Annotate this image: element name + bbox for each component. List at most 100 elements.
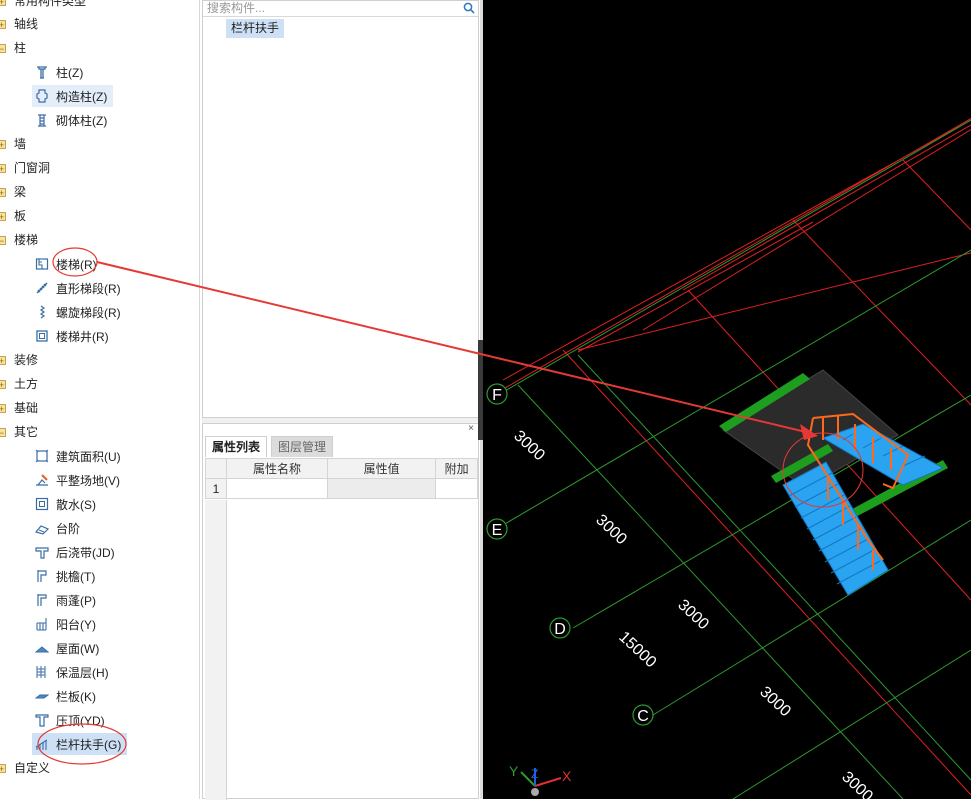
tree-item-label: 栏板(K) xyxy=(56,689,96,704)
tree-category-label: 土方 xyxy=(14,377,39,391)
tree-item-column[interactable]: 柱(Z) xyxy=(32,61,89,83)
tree-item-parapet[interactable]: 栏板(K) xyxy=(32,685,102,707)
row-header-corner xyxy=(205,458,227,479)
tree-item-roof[interactable]: 屋面(W) xyxy=(32,637,105,659)
axis-marker-d[interactable]: D xyxy=(549,617,571,639)
tree-category-label: 柱 xyxy=(14,41,27,55)
expand-icon[interactable]: + xyxy=(0,403,6,413)
tree-item-label: 柱(Z) xyxy=(56,65,84,80)
column-header-value[interactable]: 属性值 xyxy=(327,458,437,479)
property-name-cell[interactable] xyxy=(225,478,329,499)
tab-layer-management[interactable]: 图层管理 xyxy=(271,436,334,457)
property-extra-cell[interactable] xyxy=(435,478,478,499)
axis-marker-f[interactable]: F xyxy=(486,383,508,405)
row-number: 1 xyxy=(205,478,227,499)
grid-line xyxy=(502,119,971,381)
tree-item-label: 保温层(H) xyxy=(56,665,109,680)
tree-item-label: 建筑面积(U) xyxy=(56,449,121,464)
dimension-label: 3000 xyxy=(674,596,712,633)
tab-property-list[interactable]: 属性列表 xyxy=(205,436,268,457)
stair-model[interactable] xyxy=(719,369,948,596)
dimension-label: 3000 xyxy=(592,511,630,548)
axis-marker-e[interactable]: E xyxy=(486,518,508,540)
grid-line xyxy=(682,124,971,291)
expand-icon[interactable]: + xyxy=(0,19,6,29)
tree-item-spiral-flight[interactable]: 螺旋梯段(R) xyxy=(32,301,127,323)
tree-item-label: 平整场地(V) xyxy=(56,473,120,488)
tree-item-post-cast-strip[interactable]: 后浇带(JD) xyxy=(32,541,121,563)
eave-icon xyxy=(35,569,49,583)
tree-category-label: 装修 xyxy=(14,353,39,367)
collapse-icon[interactable]: − xyxy=(0,43,6,53)
search-icon[interactable] xyxy=(463,2,475,14)
building-area-icon xyxy=(35,449,49,463)
tree-item-label: 后浇带(JD) xyxy=(56,545,115,560)
expand-icon[interactable]: + xyxy=(0,379,6,389)
tree-category-label: 楼梯 xyxy=(14,233,39,247)
3d-scene[interactable]: F E D C 3000 3000 3000 15000 3000 3000 X… xyxy=(483,0,971,799)
tree-item-balcony[interactable]: 阳台(Y) xyxy=(32,613,102,635)
grid-line xyxy=(577,221,814,353)
tree-item-straight-flight[interactable]: 直形梯段(R) xyxy=(32,277,127,299)
y-axis-label: Y xyxy=(509,763,519,779)
column-header-name[interactable]: 属性名称 xyxy=(225,458,329,479)
tree-item-building-area[interactable]: 建筑面积(U) xyxy=(32,445,127,467)
grid-line xyxy=(497,119,971,396)
parapet-icon xyxy=(35,689,49,703)
post-cast-strip-icon xyxy=(35,545,49,559)
x-axis-label: X xyxy=(562,768,572,784)
balcony-icon xyxy=(35,617,49,631)
tree-item-label: 台阶 xyxy=(56,521,81,536)
z-axis-label: Z xyxy=(531,767,538,781)
expand-icon[interactable]: + xyxy=(0,139,6,149)
column-header-extra[interactable]: 附加 xyxy=(435,458,478,479)
tree-item-apron[interactable]: 散水(S) xyxy=(32,493,102,515)
expand-icon[interactable]: + xyxy=(0,355,6,365)
expand-icon[interactable]: + xyxy=(0,163,6,173)
axis-label: C xyxy=(637,708,649,725)
column-icon xyxy=(35,65,49,79)
roof-icon xyxy=(35,641,49,655)
stair-icon xyxy=(35,257,49,271)
tree-item-canopy[interactable]: 雨蓬(P) xyxy=(32,589,102,611)
tree-item-insulation[interactable]: 保温层(H) xyxy=(32,661,115,683)
3d-viewport[interactable]: F E D C 3000 3000 3000 15000 3000 3000 X… xyxy=(483,0,971,799)
tree-category-label: 板 xyxy=(14,209,27,223)
stairwell-icon xyxy=(35,329,49,343)
tree-item-label: 螺旋梯段(R) xyxy=(56,305,121,320)
apron-icon xyxy=(35,497,49,511)
tree-item-label: 屋面(W) xyxy=(56,641,100,656)
property-value-cell[interactable] xyxy=(327,478,437,499)
close-icon[interactable]: × xyxy=(468,424,474,434)
canopy-icon xyxy=(35,593,49,607)
table-row[interactable]: 1 xyxy=(205,478,478,499)
expand-icon[interactable]: + xyxy=(0,187,6,197)
tree-item-stairwell[interactable]: 楼梯井(R) xyxy=(32,325,115,347)
tree-item-stair[interactable]: 楼梯(R) xyxy=(32,253,103,275)
component-list-panel: 栏杆扶手 xyxy=(202,0,479,418)
tree-category-label: 自定义 xyxy=(14,761,51,775)
expand-icon[interactable]: + xyxy=(0,0,6,6)
tree-item-eave[interactable]: 挑檐(T) xyxy=(32,565,101,587)
axis-marker-c[interactable]: C xyxy=(632,704,654,726)
tree-item-label: 直形梯段(R) xyxy=(56,281,121,296)
tree-item-railing[interactable]: 栏杆扶手(G) xyxy=(32,733,128,755)
straight-flight-icon xyxy=(35,281,49,295)
component-list-item[interactable]: 栏杆扶手 xyxy=(226,19,285,38)
search-input[interactable] xyxy=(205,1,465,15)
expand-icon[interactable]: + xyxy=(0,211,6,221)
collapse-icon[interactable]: − xyxy=(0,427,6,437)
tree-category-label: 墙 xyxy=(14,137,27,151)
component-tree: + 常用构件类型 + 轴线 − 柱 柱(Z) 构造柱(Z) 砌体柱(Z) + 墙… xyxy=(0,0,200,799)
masonry-column-icon xyxy=(35,113,49,127)
dimension-label: 3000 xyxy=(510,427,548,464)
tree-item-label: 雨蓬(P) xyxy=(56,593,96,608)
tree-item-masonry-column[interactable]: 砌体柱(Z) xyxy=(32,109,113,131)
collapse-icon[interactable]: − xyxy=(0,235,6,245)
tree-item-constructional-column[interactable]: 构造柱(Z) xyxy=(32,85,114,107)
expand-icon[interactable]: + xyxy=(0,763,6,773)
tree-item-steps[interactable]: 台阶 xyxy=(32,517,86,539)
tree-item-site-leveling[interactable]: 平整场地(V) xyxy=(32,469,126,491)
site-leveling-icon xyxy=(35,473,49,487)
tree-item-coping[interactable]: 压顶(YD) xyxy=(32,709,111,731)
